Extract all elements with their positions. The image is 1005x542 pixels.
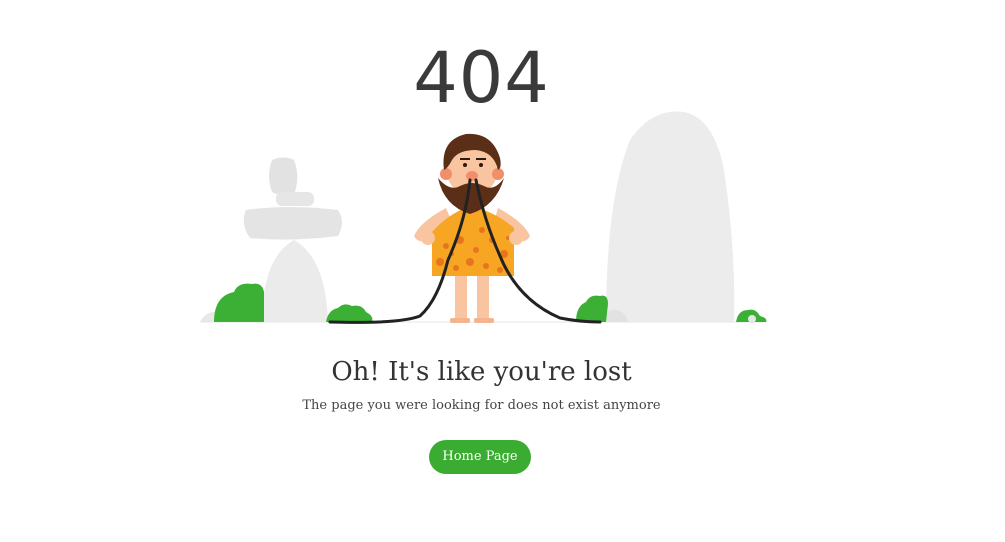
not-found-page: 404 Oh! It's like you're lost The page y…: [0, 0, 1005, 542]
stacked-rocks: [200, 157, 342, 322]
error-code: 404: [413, 37, 550, 119]
page-subtext: The page you were looking for does not e…: [302, 398, 661, 413]
home-page-button[interactable]: Home Page: [429, 440, 531, 474]
page-headline: Oh! It's like you're lost: [331, 357, 632, 387]
caveman: [414, 133, 530, 323]
tall-rock: [602, 111, 735, 322]
